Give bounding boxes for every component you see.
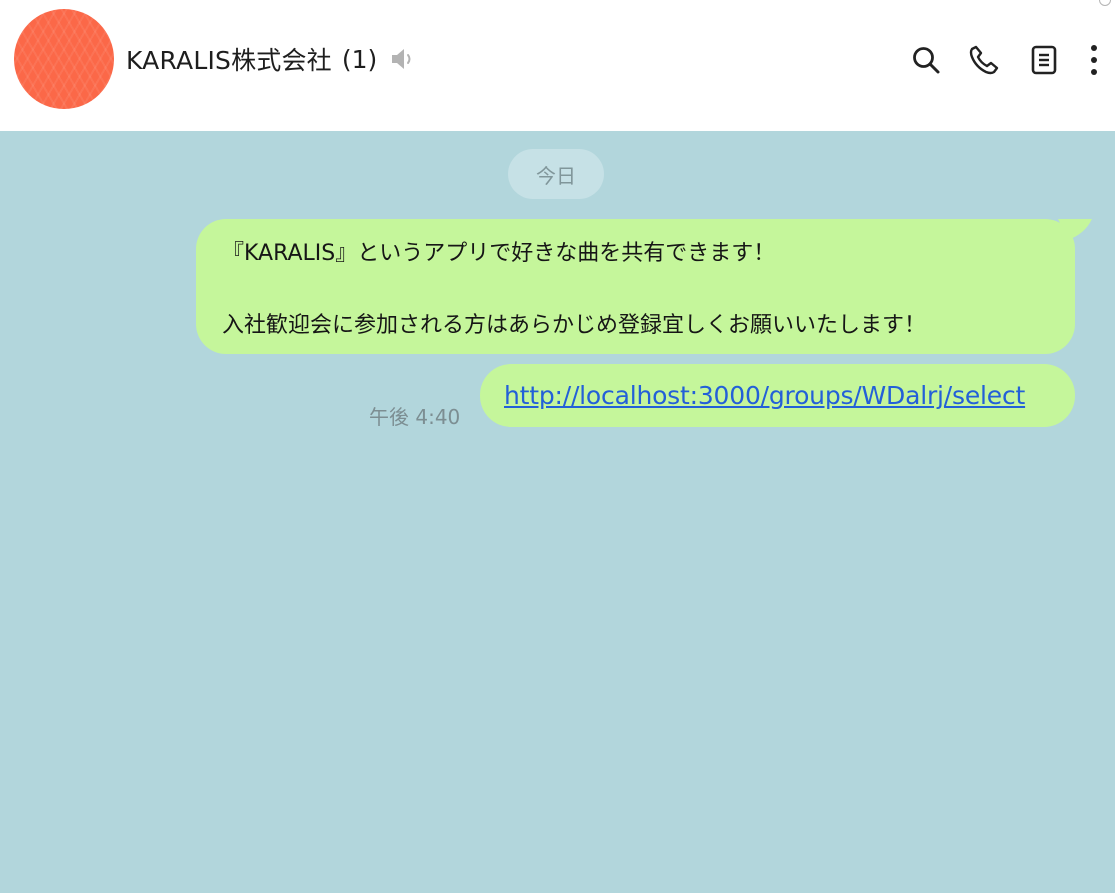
notes-icon xyxy=(1031,45,1057,75)
message-line xyxy=(222,271,1049,309)
message-bubble[interactable]: 『KARALIS』というアプリで好きな曲を共有できます！ 入社歓迎会に参加される… xyxy=(196,219,1075,354)
search-icon xyxy=(913,47,940,74)
bubble-tail xyxy=(1058,219,1092,240)
search-button[interactable] xyxy=(908,40,944,80)
call-button[interactable] xyxy=(966,40,1002,80)
corner-indicator xyxy=(1099,0,1111,6)
member-count: (1) xyxy=(341,44,378,74)
mute-icon xyxy=(389,47,415,71)
date-separator: 今日 xyxy=(508,149,604,199)
notes-button[interactable] xyxy=(1026,40,1062,80)
group-avatar[interactable] xyxy=(14,9,114,109)
message-link[interactable]: http://localhost:3000/groups/WDalrj/sele… xyxy=(504,381,1025,410)
chat-header: KARALIS株式会社 (1) xyxy=(0,0,1115,131)
more-icon xyxy=(1091,45,1097,75)
message-line: 入社歓迎会に参加される方はあらかじめ登録宜しくお願いいたします！ xyxy=(222,313,927,338)
phone-icon xyxy=(969,45,999,75)
message-timestamp: 午後 4:40 xyxy=(369,405,461,429)
message-line: 『KARALIS』というアプリで好きな曲を共有できます！ xyxy=(222,241,776,266)
chat-name[interactable]: KARALIS株式会社 xyxy=(126,41,332,77)
more-button[interactable] xyxy=(1078,40,1110,80)
chat-title-bar: KARALIS株式会社 (1) xyxy=(126,40,415,78)
link-message-bubble[interactable]: http://localhost:3000/groups/WDalrj/sele… xyxy=(480,364,1075,427)
